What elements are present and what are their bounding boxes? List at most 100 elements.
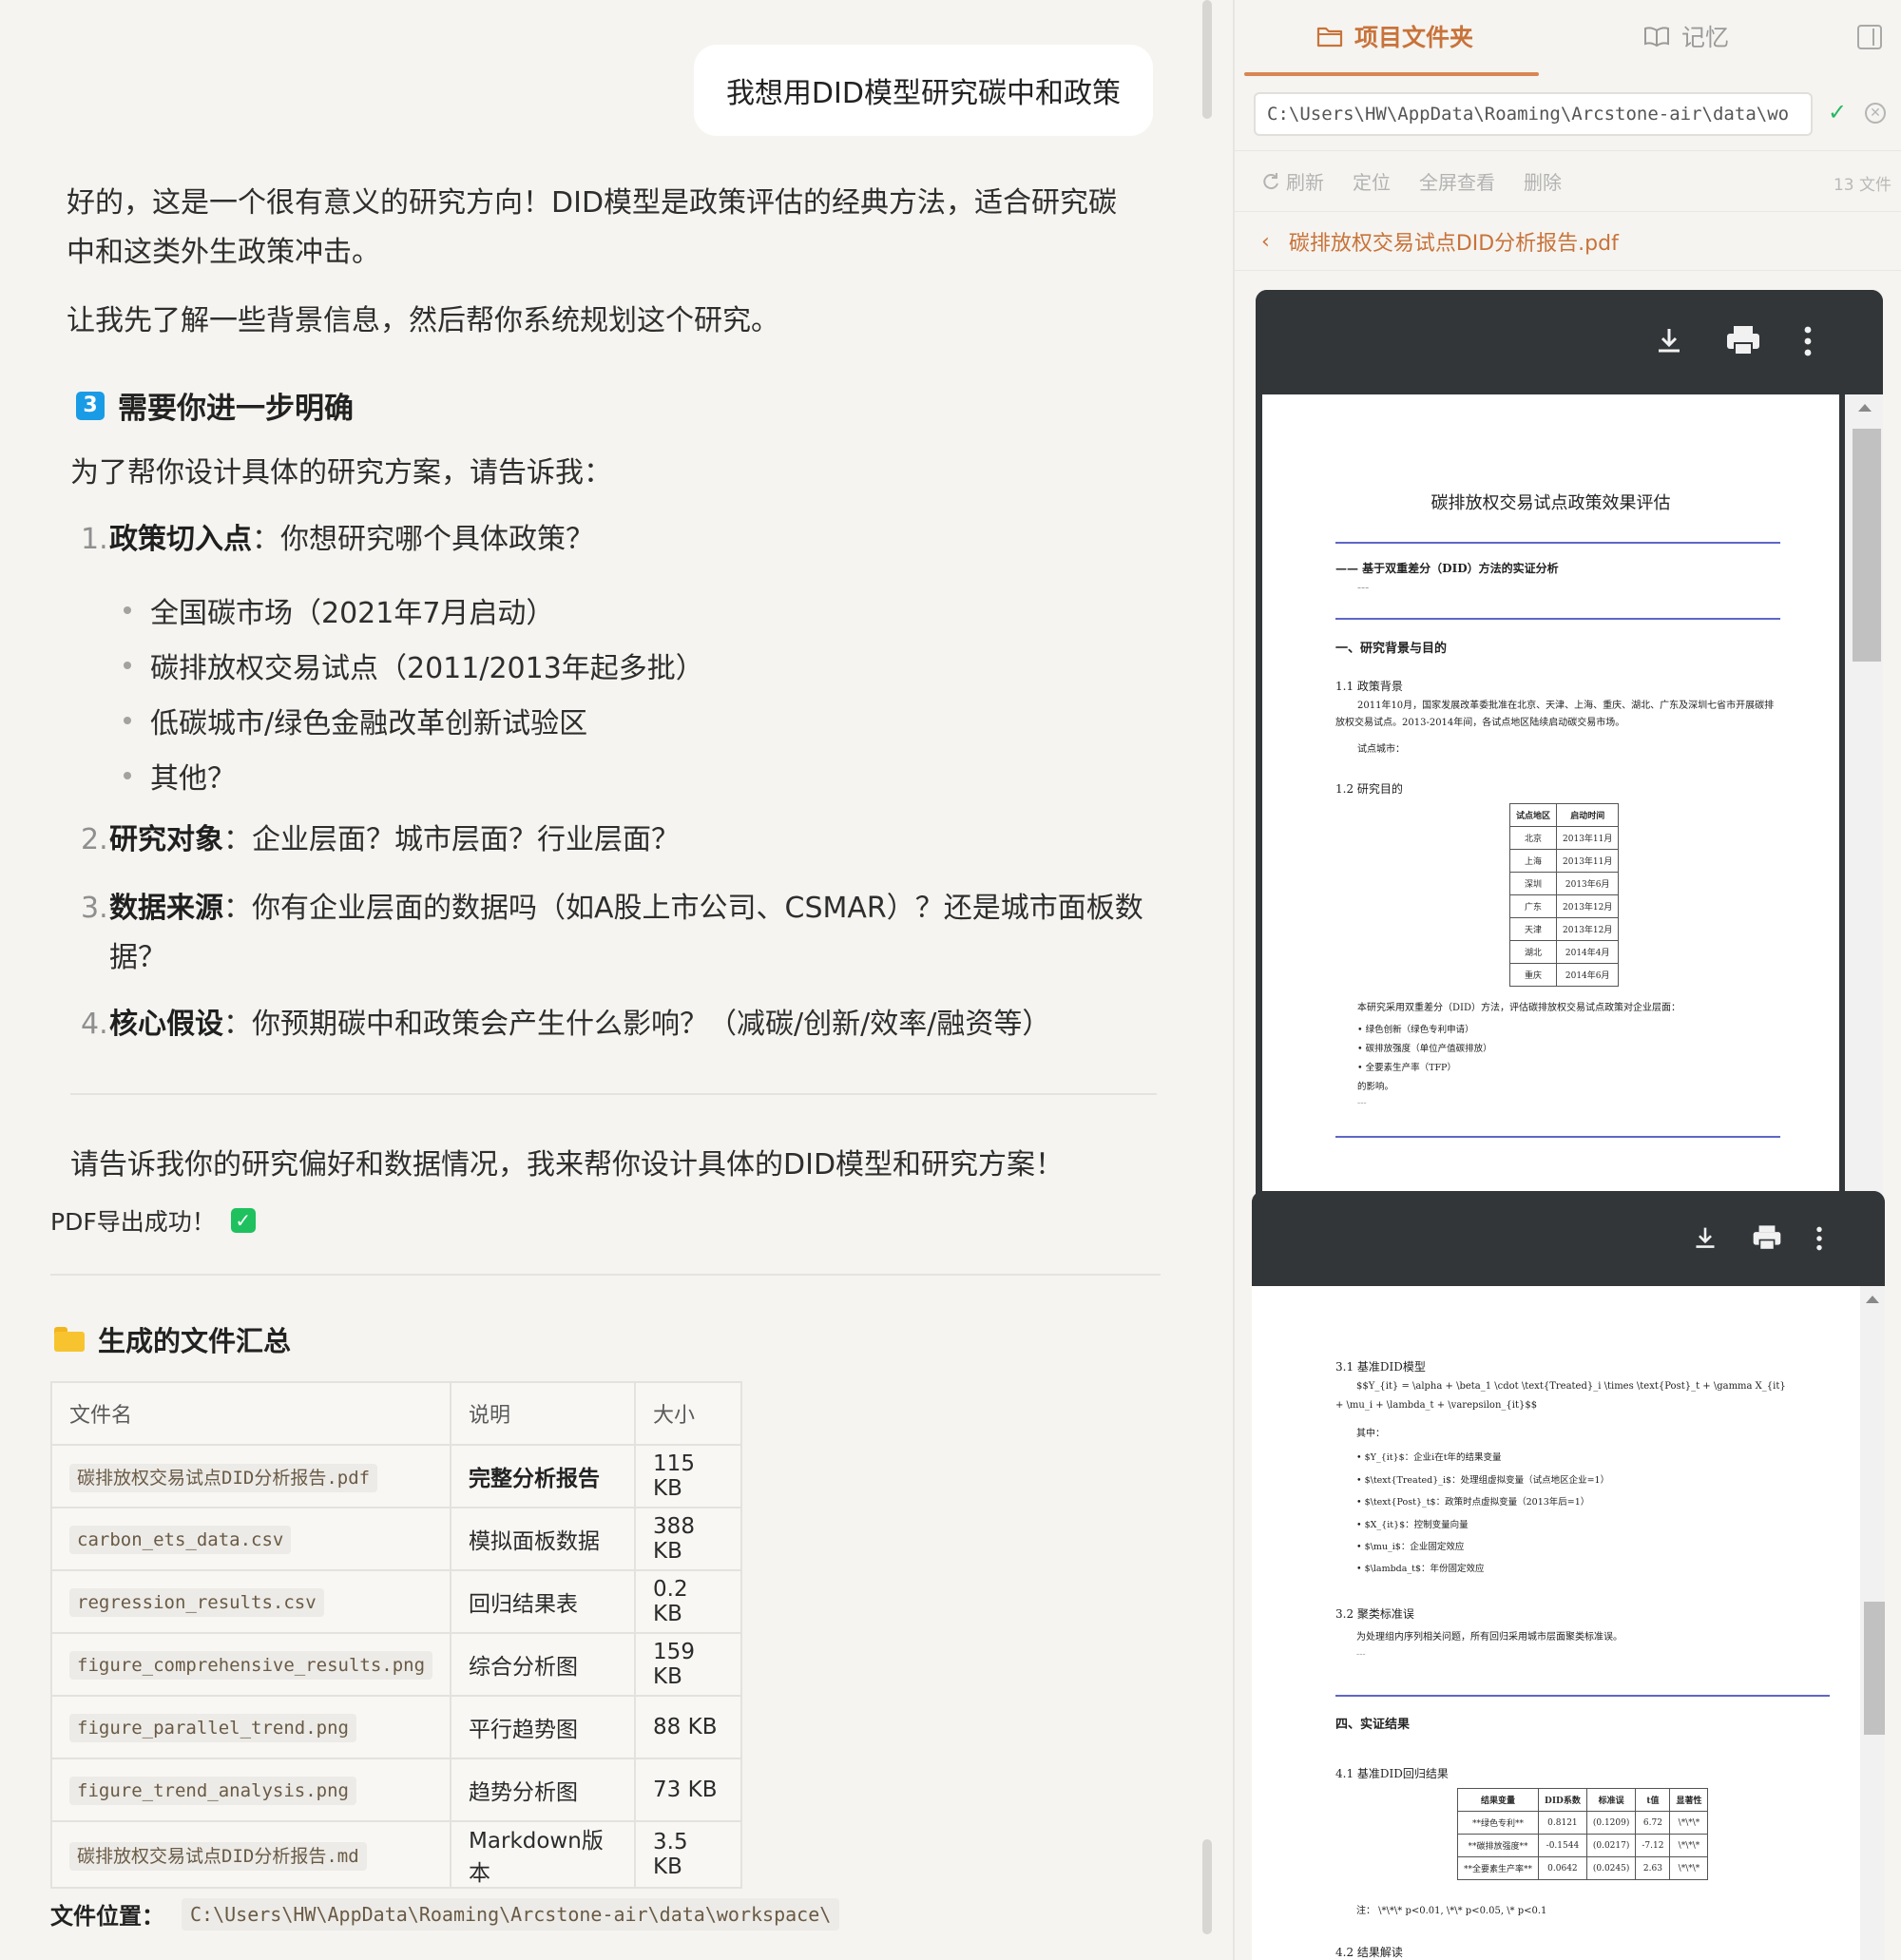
file-name[interactable]: figure_trend_analysis.png: [69, 1777, 356, 1805]
bullet-text: 低碳城市/绿色金融改革创新试验区: [150, 707, 588, 740]
file-panel: 项目文件夹 记忆 C:\Users\HW\AppData\Roaming\Arc…: [1233, 0, 1901, 1960]
list-item: 4. 核心假设：你预期碳中和政策会产生什么影响？（减碳/创新/效率/融资等）: [81, 1000, 1145, 1049]
doc-text: 为处理组内序列相关问题，所有回归采用城市层面聚类标准误。: [1356, 1632, 1623, 1643]
list-item-label: 政策切入点: [109, 523, 252, 556]
check-mark-icon: ✓: [230, 1208, 256, 1233]
chat-scrollbar[interactable]: [1202, 0, 1212, 1960]
refresh-button[interactable]: 刷新: [1261, 167, 1324, 195]
panel-tabs: 项目文件夹 记忆: [1235, 0, 1901, 76]
table-row: 重庆 2014年6月: [1508, 963, 1620, 987]
tab-memory[interactable]: 记忆: [1643, 19, 1729, 53]
divider: [1235, 150, 1901, 151]
files-table: 文件名 说明 大小 碳排放权交易试点DID分析报告.pdf 完整分析报告 115…: [49, 1381, 743, 1889]
file-desc: 平行趋势图: [450, 1695, 637, 1759]
bullet-item: 低碳城市/绿色金融改革创新试验区: [124, 700, 587, 741]
table-row: carbon_ets_data.csv 模拟面板数据 388 KB: [49, 1507, 743, 1571]
file-size: 115 KB: [634, 1444, 743, 1508]
table-row: figure_comprehensive_results.png 综合分析图 1…: [49, 1632, 743, 1697]
pdf-export-text: PDF导出成功！: [50, 1208, 216, 1236]
user-message-text: 我想用DID模型研究碳中和政策: [725, 77, 1121, 110]
list-number: 3.: [81, 892, 108, 925]
pdf-scrollbar-thumb[interactable]: [1853, 429, 1881, 662]
pdf-scrollbar[interactable]: [1860, 1286, 1885, 1960]
file-location-label: 文件位置：: [50, 1903, 164, 1930]
bullet-item: 碳排放权交易试点（2011/2013年起多批）: [124, 644, 704, 686]
section-heading-text: 需要你进一步明确: [118, 392, 354, 426]
download-icon[interactable]: [1655, 326, 1683, 355]
delete-button[interactable]: 删除: [1524, 167, 1562, 195]
file-name[interactable]: carbon_ets_data.csv: [69, 1526, 292, 1554]
file-desc: 回归结果表: [450, 1569, 637, 1634]
folder-icon: [1316, 27, 1343, 48]
check-icon[interactable]: ✓: [1828, 99, 1847, 125]
doc-rule: [1335, 542, 1780, 544]
list-item-text: ：你有企业层面的数据吗（如A股上市公司、CSMAR）？还是城市面板数据？: [109, 892, 1143, 974]
tab-project-label: 项目文件夹: [1354, 24, 1474, 51]
chat-scrollbar-thumb[interactable]: [1202, 0, 1212, 119]
panel-toggle-icon[interactable]: [1857, 25, 1882, 49]
doc-heading: 一、研究背景与目的: [1335, 642, 1448, 656]
assistant-paragraph-1: 好的，这是一个很有意义的研究方向！DID模型是政策评估的经典方法，适合研究碳中和…: [67, 186, 1118, 269]
doc-subtitle: —— 基于双重差分（DID）方法的实证分析: [1335, 562, 1559, 575]
more-icon[interactable]: [1803, 326, 1813, 356]
doc-heading: 1.1 政策背景: [1335, 680, 1403, 693]
table-header: DID系数: [1538, 1788, 1587, 1812]
file-name[interactable]: figure_parallel_trend.png: [69, 1714, 356, 1742]
doc-heading: 3.2 聚类标准误: [1335, 1607, 1414, 1621]
table-row: 深圳 2013年6月: [1508, 872, 1620, 895]
list-item: 1. 政策切入点：你想研究哪个具体政策？: [81, 515, 1145, 565]
scroll-up-icon[interactable]: [1866, 1296, 1879, 1303]
pdf-viewer-2: 3.1 基准DID模型 $$Y_{it} = \alpha + \beta_1 …: [1252, 1191, 1885, 1960]
close-icon[interactable]: ✕: [1865, 103, 1886, 124]
path-input[interactable]: C:\Users\HW\AppData\Roaming\Arcstone-air…: [1254, 92, 1813, 136]
tab-project-folder[interactable]: 项目文件夹: [1316, 19, 1473, 53]
divider: [50, 1274, 1161, 1276]
divider: [1235, 270, 1901, 271]
doc-formula: $$Y_{it} = \alpha + \beta_1 \cdot \text{…: [1356, 1381, 1786, 1392]
fullscreen-button[interactable]: 全屏查看: [1419, 167, 1495, 195]
file-name[interactable]: 碳排放权交易试点DID分析报告.pdf: [69, 1463, 378, 1492]
doc-heading: 3.1 基准DID模型: [1335, 1360, 1426, 1374]
list-item: 2. 研究对象：企业层面？城市层面？行业层面？: [81, 816, 1145, 865]
chat-pane: 我想用DID模型研究碳中和政策 好的，这是一个很有意义的研究方向！DID模型是政…: [0, 0, 1231, 1960]
doc-note: 注： \*\*\* p<0.01, \*\* p<0.05, \* p<0.1: [1356, 1906, 1547, 1916]
table-header: t值: [1635, 1788, 1671, 1812]
file-name[interactable]: figure_comprehensive_results.png: [69, 1651, 433, 1680]
print-icon[interactable]: [1752, 1223, 1782, 1252]
back-to-list[interactable]: ‹ 碳排放权交易试点DID分析报告.pdf: [1261, 226, 1619, 257]
file-actions: 刷新 定位 全屏查看 删除: [1261, 167, 1562, 195]
file-size: 0.2 KB: [634, 1569, 743, 1634]
file-desc: 综合分析图: [450, 1632, 637, 1697]
more-icon[interactable]: [1815, 1225, 1823, 1252]
doc-bullet: • 绿色创新（绿色专利申请）: [1357, 1025, 1474, 1035]
file-size: 88 KB: [634, 1695, 743, 1759]
doc-text: 放权交易试点。2013-2014年间，各试点地区陆续启动碳交易市场。: [1335, 718, 1625, 728]
file-desc: 模拟面板数据: [450, 1507, 637, 1571]
folder-icon: [54, 1327, 85, 1352]
pdf-scrollbar-thumb[interactable]: [1864, 1602, 1885, 1735]
file-name[interactable]: 碳排放权交易试点DID分析报告.md: [69, 1841, 367, 1871]
doc-heading: 4.2 结果解读: [1335, 1946, 1403, 1959]
doc-heading: 4.1 基准DID回归结果: [1335, 1767, 1449, 1780]
pdf-scrollbar[interactable]: [1845, 394, 1883, 1198]
col-header-size: 大小: [634, 1381, 743, 1446]
file-size: 3.5 KB: [634, 1820, 743, 1889]
divider: [70, 1093, 1157, 1095]
bullet-text: 碳排放权交易试点（2011/2013年起多批）: [150, 652, 704, 685]
table-row: 上海 2013年11月: [1508, 849, 1620, 873]
bullet-dot: [124, 772, 131, 779]
list-item-text: ：企业层面？城市层面？行业层面？: [223, 823, 680, 856]
file-location-path[interactable]: C:\Users\HW\AppData\Roaming\Arcstone-air…: [182, 1897, 840, 1931]
doc-text: 本研究采用双重差分（DID）方法，评估碳排放权交易试点政策对企业层面：: [1357, 1003, 1680, 1013]
files-summary-title: 生成的文件汇总: [98, 1325, 292, 1357]
print-icon[interactable]: [1725, 324, 1761, 356]
chevron-left-icon[interactable]: ‹: [1261, 230, 1270, 254]
doc-heading: 四、实证结果: [1335, 1718, 1411, 1732]
locate-button[interactable]: 定位: [1353, 167, 1391, 195]
table-header: 标准误: [1585, 1788, 1637, 1812]
list-item-label: 核心假设: [109, 1008, 223, 1041]
scroll-up-icon[interactable]: [1858, 404, 1872, 412]
file-name[interactable]: regression_results.csv: [69, 1588, 324, 1617]
chat-scrollbar-thumb-lower[interactable]: [1202, 1839, 1212, 1934]
download-icon[interactable]: [1693, 1225, 1718, 1250]
